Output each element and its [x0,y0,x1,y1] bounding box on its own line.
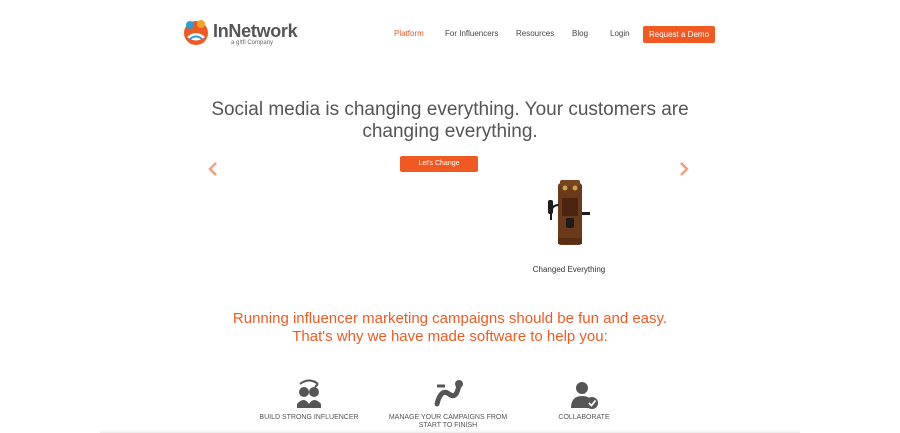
feature-label: BUILD STRONG INFLUENCER [259,414,359,421]
vintage-telephone-image [548,180,590,245]
nav-for-influencers[interactable]: For Influencers [445,25,498,43]
nav-login[interactable]: Login [610,25,630,43]
nav-blog[interactable]: Blog [572,25,588,43]
logo-tagline: a g!tfi Company [231,40,274,46]
flow-icon [434,380,463,407]
tagline-line-1: Running influencer marketing campaigns s… [232,310,668,327]
logo-name: InNetwork [213,21,298,41]
site-header: InNetwork a g!tfi Company Platform For I… [0,0,900,66]
feature-label: COLLABORATE [558,414,610,421]
feature-list: BUILD STRONG INFLUENCER MANAGE YOUR CAMP… [0,378,900,433]
feature-item: MANAGE YOUR CAMPAIGNS FROM START TO FINI… [388,378,508,430]
feature-item: COLLABORATE [524,378,644,422]
feature-item: BUILD STRONG INFLUENCER [249,378,369,422]
nav-resources[interactable]: Resources [516,25,554,43]
feature-label: MANAGE YOUR CAMPAIGNS FROM START TO FINI… [388,414,508,429]
tagline: Running influencer marketing campaigns s… [160,310,740,346]
lets-change-button[interactable]: Let's Change [400,156,478,172]
slide-caption: Changed Everything [532,265,606,274]
chevron-right-icon[interactable] [678,162,690,176]
hero-title: Social media is changing everything. You… [180,99,720,143]
request-demo-button[interactable]: Request a Demo [643,26,715,43]
nav-platform[interactable]: Platform [394,25,424,43]
innetwork-logo-icon [184,20,208,45]
hero-title-line-1: Social media is changing everything. You… [211,99,689,120]
logo[interactable]: InNetwork a g!tfi Company [181,17,298,47]
user-check-icon [571,382,598,409]
people-exchange-icon [297,379,321,408]
tagline-line-2: That's why we have made software to help… [292,328,608,345]
hero-title-line-2: changing everything. [362,121,538,142]
chevron-left-icon[interactable] [207,162,219,176]
